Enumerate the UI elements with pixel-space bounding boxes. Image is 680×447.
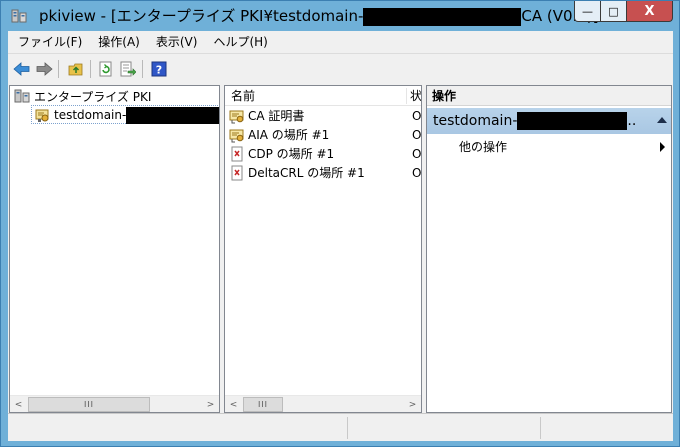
ca-server-icon xyxy=(35,109,49,122)
status-cell xyxy=(348,417,541,439)
help-button[interactable]: ? xyxy=(149,59,169,79)
up-one-level-button[interactable] xyxy=(66,59,86,79)
back-button[interactable] xyxy=(12,59,32,79)
list-item[interactable]: AIA の場所 #1 O xyxy=(229,125,422,144)
menu-bar: ファイル(F) 操作(A) 表示(V) ヘルプ(H) xyxy=(8,31,673,53)
list-item-status: O xyxy=(412,127,422,142)
menu-action[interactable]: 操作(A) xyxy=(90,31,148,53)
redacted-block xyxy=(363,7,522,26)
list-header: 名前 状 xyxy=(225,86,421,106)
list-item-name: CDP の場所 #1 xyxy=(248,147,335,161)
list-item[interactable]: CDP の場所 #1 O xyxy=(229,144,422,163)
window-title: pkiview - [エンタープライズ PKI¥testdomain- CA (V… xyxy=(39,6,599,26)
window-title-prefix: pkiview - [エンタープライズ PKI¥testdomain- xyxy=(39,7,364,25)
list-item-status: O xyxy=(412,165,422,180)
toolbar-separator xyxy=(58,60,59,78)
status-bar xyxy=(8,413,673,441)
redacted-block xyxy=(517,112,628,130)
forward-arrow-icon xyxy=(36,62,53,76)
tree-item-label: testdomain- xyxy=(54,108,127,122)
scroll-left-icon: < xyxy=(229,399,238,410)
collapse-caret-icon[interactable] xyxy=(657,117,667,123)
window-controls: — □ X xyxy=(574,1,673,23)
tree-horizontal-scrollbar[interactable]: < III > xyxy=(10,395,219,412)
actions-pane: 操作 testdomain- .. 他の操作 xyxy=(426,85,672,413)
refresh-button[interactable] xyxy=(96,59,116,79)
toolbar-separator xyxy=(142,60,143,78)
pkiview-app-icon xyxy=(11,9,27,23)
action-more-actions[interactable]: 他の操作 xyxy=(459,138,667,156)
list-horizontal-scrollbar[interactable]: < III > xyxy=(225,395,421,412)
menu-help[interactable]: ヘルプ(H) xyxy=(205,31,275,53)
column-separator[interactable] xyxy=(406,88,407,104)
tree-item-label: エンタープライズ PKI xyxy=(34,89,152,104)
toolbar: ? xyxy=(8,53,673,83)
refresh-icon xyxy=(99,61,112,77)
scroll-right-icon: > xyxy=(206,399,215,410)
list-item-status: O xyxy=(412,146,422,161)
minimize-button[interactable]: — xyxy=(574,1,601,22)
title-bar[interactable]: pkiview - [エンタープライズ PKI¥testdomain- CA (V… xyxy=(1,1,679,31)
menu-file[interactable]: ファイル(F) xyxy=(10,31,90,53)
maximize-icon: □ xyxy=(608,4,619,18)
minimize-icon: — xyxy=(582,4,593,18)
scroll-left-arrow[interactable]: < xyxy=(10,396,27,412)
actions-header: 操作 xyxy=(427,86,671,106)
actions-section-ellipsis: .. xyxy=(627,113,637,129)
back-arrow-icon xyxy=(13,62,30,76)
export-list-button[interactable] xyxy=(118,59,138,79)
actions-section-testdomain[interactable]: testdomain- .. xyxy=(427,108,671,134)
tree-item-enterprise-pki[interactable]: エンタープライズ PKI xyxy=(14,87,151,105)
tree-item-testdomain-ca[interactable]: testdomain- xyxy=(34,106,219,124)
actions-section-title: testdomain- xyxy=(433,113,518,129)
result-list-pane: 名前 状 CA 証明書 O AIA の場所 #1 O CDP の場所 #1 O … xyxy=(224,85,422,413)
status-cell xyxy=(541,417,672,439)
redacted-block xyxy=(126,106,219,124)
ca-certificate-icon xyxy=(229,110,244,123)
scroll-grip-icon: III xyxy=(83,400,95,409)
mmc-content: エンタープライズ PKI testdomain- < III > 名前 状 CA… xyxy=(8,83,673,413)
scroll-left-icon: < xyxy=(14,399,23,410)
list-item-name: DeltaCRL の場所 #1 xyxy=(248,166,365,180)
ca-certificate-icon xyxy=(229,129,244,142)
scroll-right-arrow[interactable]: > xyxy=(404,396,421,412)
help-icon: ? xyxy=(151,61,167,77)
pki-root-icon xyxy=(14,89,30,103)
scroll-grip-icon: III xyxy=(257,400,269,409)
menu-view[interactable]: 表示(V) xyxy=(148,31,206,53)
forward-button[interactable] xyxy=(34,59,54,79)
list-item-name: CA 証明書 xyxy=(248,109,305,123)
svg-text:?: ? xyxy=(156,64,162,77)
list-item-status: O xyxy=(412,108,422,123)
close-button[interactable]: X xyxy=(626,1,673,22)
console-tree-pane: エンタープライズ PKI testdomain- < III > xyxy=(9,85,220,413)
crl-icon xyxy=(231,165,243,180)
status-cell xyxy=(8,417,348,439)
submenu-arrow-icon xyxy=(660,142,665,152)
scroll-right-icon: > xyxy=(408,399,417,410)
toolbar-separator xyxy=(90,60,91,78)
close-icon: X xyxy=(644,3,655,19)
export-list-icon xyxy=(120,61,136,77)
list-item[interactable]: CA 証明書 O xyxy=(229,106,422,125)
maximize-button[interactable]: □ xyxy=(600,1,627,22)
crl-icon xyxy=(231,146,243,161)
scroll-thumb[interactable]: III xyxy=(243,397,283,412)
mmc-window: pkiview - [エンタープライズ PKI¥testdomain- CA (V… xyxy=(0,0,680,447)
scroll-right-arrow[interactable]: > xyxy=(202,396,219,412)
column-header-name[interactable]: 名前 xyxy=(231,86,255,106)
scroll-thumb[interactable]: III xyxy=(28,397,150,412)
list-item[interactable]: DeltaCRL の場所 #1 O xyxy=(229,163,422,182)
folder-up-icon xyxy=(68,63,83,76)
list-item-name: AIA の場所 #1 xyxy=(248,128,330,142)
column-header-status[interactable]: 状 xyxy=(410,86,421,106)
scroll-left-arrow[interactable]: < xyxy=(225,396,242,412)
